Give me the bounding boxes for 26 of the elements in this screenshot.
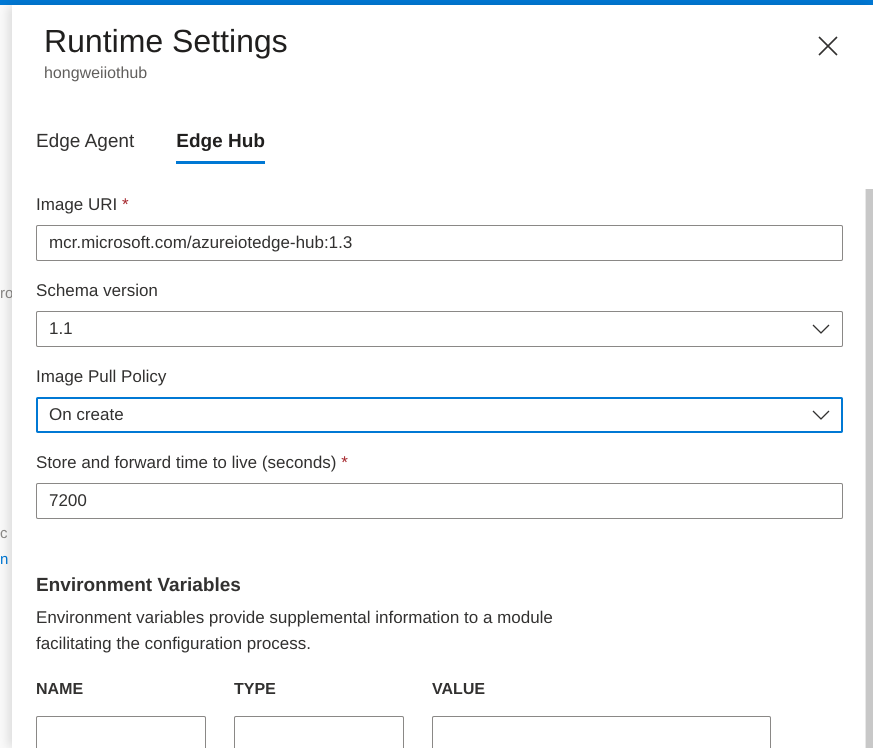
column-header: NAME [36, 681, 84, 699]
field-label: Image URI * [36, 195, 130, 215]
chevron-down-icon [812, 410, 830, 420]
panel-title: Runtime Settings [44, 22, 288, 61]
input-field[interactable]: 7200 [36, 483, 843, 519]
input-field[interactable] [234, 716, 404, 748]
chevron-down-icon [812, 324, 830, 334]
tab[interactable]: Edge Hub [176, 127, 265, 164]
scrollbar[interactable] [865, 189, 873, 748]
section-description: Environment variables provide supplemental information to a module facilitating the configuration process. [36, 607, 554, 655]
column-header: VALUE [432, 681, 486, 699]
dropdown[interactable]: On create [36, 397, 843, 433]
panel-subtitle: hongweiiothub [44, 65, 148, 83]
field-label: Store and forward time to live (seconds) * [36, 453, 349, 473]
tab[interactable]: Edge Agent [36, 127, 134, 164]
section-heading: Environment Variables [36, 575, 242, 597]
field-label: Image Pull Policy [36, 367, 168, 387]
close-icon [818, 36, 838, 56]
input-field[interactable] [432, 716, 771, 748]
field-label: Schema version [36, 281, 159, 301]
dropdown[interactable]: 1.1 [36, 311, 843, 347]
background-text-fragment: c [0, 525, 8, 543]
column-header: TYPE [234, 681, 277, 699]
input-field[interactable]: mcr.microsoft.com/azureiotedge-hub:1.3 [36, 225, 843, 261]
background-link-fragment[interactable]: n [0, 551, 12, 569]
input-field[interactable] [36, 716, 206, 748]
